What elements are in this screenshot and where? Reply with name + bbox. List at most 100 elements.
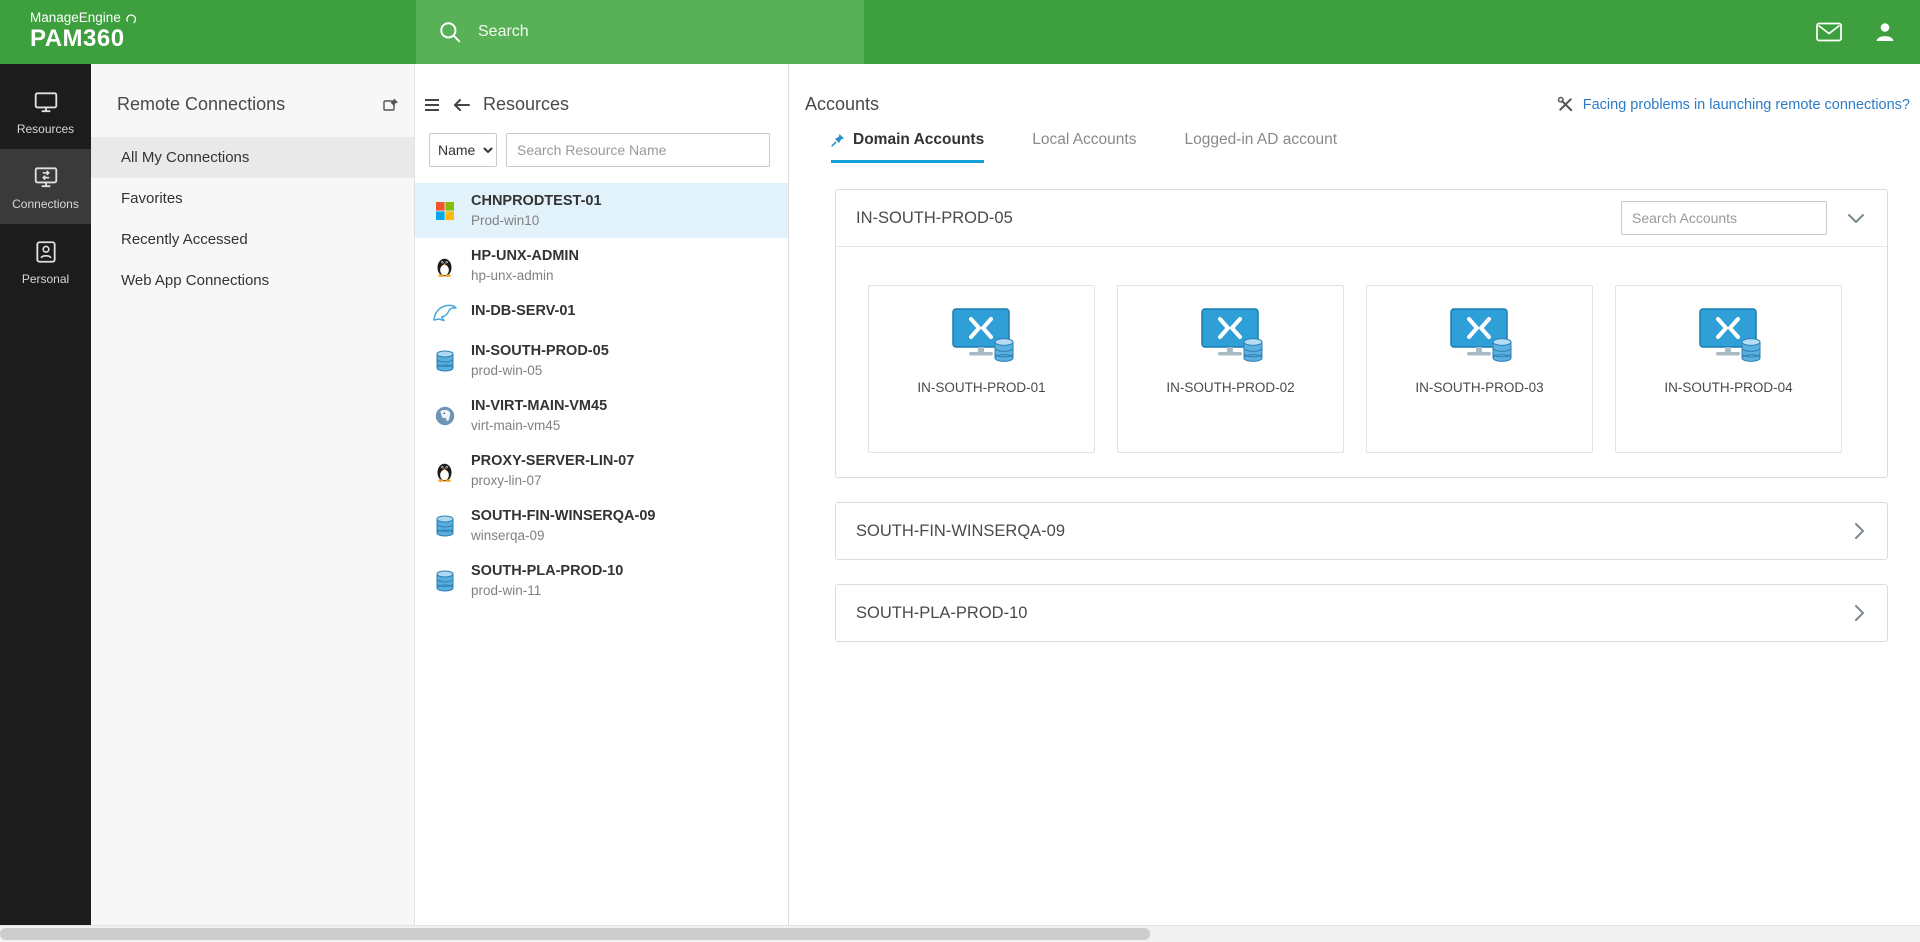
account-card-in-south-prod-01[interactable]: IN-SOUTH-PROD-01	[868, 285, 1095, 453]
menu-icon[interactable]	[423, 96, 441, 114]
connections-item-web-app-connections[interactable]: Web App Connections	[91, 260, 414, 301]
resource-filter-select[interactable]: Name	[429, 133, 497, 167]
resource-search-input[interactable]	[506, 133, 770, 167]
sidebar-item-connections[interactable]: Connections	[0, 149, 91, 224]
database-icon	[431, 350, 458, 372]
mail-icon[interactable]	[1816, 19, 1842, 45]
top-header: ManageEngine PAM360	[0, 0, 1920, 64]
resource-item-in-south-prod-05[interactable]: IN-SOUTH-PROD-05 prod-win-05	[415, 333, 788, 388]
resource-name: SOUTH-PLA-PROD-10	[471, 563, 624, 579]
user-profile-icon[interactable]	[1872, 19, 1898, 45]
nav-label-resources: Resources	[16, 122, 75, 136]
search-icon[interactable]	[438, 20, 462, 44]
pam360-app: ManageEngine PAM360 Resources Connection…	[0, 0, 1920, 942]
connections-item-label: Web App Connections	[121, 272, 270, 289]
group-header[interactable]: IN-SOUTH-PROD-05	[836, 190, 1887, 246]
global-search-bar	[416, 0, 864, 64]
resource-item-in-virt-main-vm45[interactable]: IN-VIRT-MAIN-VM45 virt-main-vm45	[415, 388, 788, 443]
database-icon	[431, 570, 458, 592]
collapse-arrow-left-icon[interactable]	[453, 96, 471, 114]
resource-host: hp-unx-admin	[471, 268, 554, 283]
pin-icon	[831, 133, 845, 147]
resource-name: PROXY-SERVER-LIN-07	[471, 453, 635, 469]
account-group-in-south-prod-05: IN-SOUTH-PROD-05 IN-SOUTH-PROD-01	[835, 189, 1888, 478]
accounts-tabs: Domain Accounts Local Accounts Logged-in…	[789, 119, 1920, 163]
connections-item-all-my-connections[interactable]: All My Connections	[91, 137, 414, 178]
accounts-panel: Accounts Facing problems in launching re…	[789, 64, 1920, 925]
resource-item-chnprodtest-01[interactable]: CHNPRODTEST-01 Prod-win10	[415, 183, 788, 238]
group-title: SOUTH-PLA-PROD-10	[856, 603, 1028, 622]
horizontal-scrollbar[interactable]	[0, 925, 1920, 942]
header-actions	[1816, 19, 1920, 45]
remote-connections-title: Remote Connections	[117, 94, 286, 114]
pin-window-icon[interactable]	[382, 96, 400, 114]
rdp-account-icon	[1446, 308, 1514, 366]
account-card-in-south-prod-04[interactable]: IN-SOUTH-PROD-04	[1615, 285, 1842, 453]
connections-item-recently-accessed[interactable]: Recently Accessed	[91, 219, 414, 260]
group-header[interactable]: SOUTH-PLA-PROD-10	[836, 585, 1887, 641]
account-group-south-pla-prod-10: SOUTH-PLA-PROD-10	[835, 584, 1888, 642]
resources-panel: Resources Name CHNPRODTEST-01 Prod-win10…	[415, 64, 789, 925]
accounts-title: Accounts	[805, 94, 880, 114]
global-search-input[interactable]	[478, 23, 798, 41]
resource-item-south-pla-prod-10[interactable]: SOUTH-PLA-PROD-10 prod-win-11	[415, 553, 788, 608]
tab-label: Domain Accounts	[853, 131, 985, 148]
mysql-dolphin-icon	[431, 303, 458, 323]
nav-label-connections: Connections	[12, 197, 79, 211]
account-name: IN-SOUTH-PROD-01	[917, 380, 1046, 395]
tools-icon	[1557, 96, 1574, 113]
horizontal-scrollbar-thumb[interactable]	[0, 928, 1150, 940]
account-card-in-south-prod-03[interactable]: IN-SOUTH-PROD-03	[1366, 285, 1593, 453]
tab-logged-in-ad-account[interactable]: Logged-in AD account	[1184, 131, 1337, 163]
help-link-label: Facing problems in launching remote conn…	[1582, 96, 1910, 113]
connections-item-favorites[interactable]: Favorites	[91, 178, 414, 219]
group-title: IN-SOUTH-PROD-05	[856, 208, 1013, 227]
resource-list: CHNPRODTEST-01 Prod-win10 HP-UNX-ADMIN h…	[415, 183, 788, 608]
account-name: IN-SOUTH-PROD-03	[1415, 380, 1544, 395]
rdp-account-icon	[948, 308, 1016, 366]
postgres-icon	[431, 406, 458, 426]
account-name: IN-SOUTH-PROD-02	[1166, 380, 1295, 395]
account-card-in-south-prod-02[interactable]: IN-SOUTH-PROD-02	[1117, 285, 1344, 453]
resource-name: CHNPRODTEST-01	[471, 193, 602, 209]
resource-host: Prod-win10	[471, 213, 540, 228]
resource-name: HP-UNX-ADMIN	[471, 248, 579, 264]
group-title: SOUTH-FIN-WINSERQA-09	[856, 521, 1066, 540]
connections-item-label: Favorites	[121, 190, 183, 207]
resource-name: SOUTH-FIN-WINSERQA-09	[471, 508, 656, 524]
connections-item-label: All My Connections	[121, 149, 250, 166]
chevron-right-icon[interactable]	[1854, 522, 1865, 540]
tab-label: Local Accounts	[1032, 131, 1137, 148]
resource-name: IN-VIRT-MAIN-VM45	[471, 398, 608, 414]
resource-item-hp-unx-admin[interactable]: HP-UNX-ADMIN hp-unx-admin	[415, 238, 788, 293]
resource-item-in-db-serv-01[interactable]: IN-DB-SERV-01	[415, 293, 788, 333]
tab-domain-accounts[interactable]: Domain Accounts	[831, 131, 985, 163]
remote-connection-help-link[interactable]: Facing problems in launching remote conn…	[1557, 96, 1910, 113]
account-name: IN-SOUTH-PROD-04	[1664, 380, 1793, 395]
chevron-down-icon[interactable]	[1847, 213, 1865, 224]
resource-host: prod-win-11	[471, 583, 542, 598]
resource-host: winserqa-09	[471, 528, 545, 543]
chevron-right-icon[interactable]	[1854, 604, 1865, 622]
group-account-cards: IN-SOUTH-PROD-01 IN-SOUTH-PROD-02 IN-SOU…	[836, 246, 1887, 477]
resource-host: virt-main-vm45	[471, 418, 561, 433]
group-header[interactable]: SOUTH-FIN-WINSERQA-09	[836, 503, 1887, 559]
brand-manageengine: ManageEngine	[30, 10, 121, 26]
id-card-icon	[33, 239, 59, 265]
rdp-account-icon	[1197, 308, 1265, 366]
sidebar-item-resources[interactable]: Resources	[0, 74, 91, 149]
connections-item-label: Recently Accessed	[121, 231, 248, 248]
resources-title: Resources	[483, 94, 570, 114]
account-search-input[interactable]	[1621, 201, 1827, 235]
brand-pam360: PAM360	[30, 25, 125, 53]
account-group-south-fin-winserqa-09: SOUTH-FIN-WINSERQA-09	[835, 502, 1888, 560]
remote-connections-panel: Remote Connections All My Connections Fa…	[91, 64, 415, 925]
resource-item-proxy-server-lin-07[interactable]: PROXY-SERVER-LIN-07 proxy-lin-07	[415, 443, 788, 498]
resource-item-south-fin-winserqa-09[interactable]: SOUTH-FIN-WINSERQA-09 winserqa-09	[415, 498, 788, 553]
tab-label: Logged-in AD account	[1184, 131, 1337, 148]
monitor-icon	[33, 89, 59, 115]
database-icon	[431, 515, 458, 537]
sidebar-item-personal[interactable]: Personal	[0, 224, 91, 299]
manageengine-pam360-logo: ManageEngine PAM360	[0, 11, 137, 52]
tab-local-accounts[interactable]: Local Accounts	[1032, 131, 1136, 163]
